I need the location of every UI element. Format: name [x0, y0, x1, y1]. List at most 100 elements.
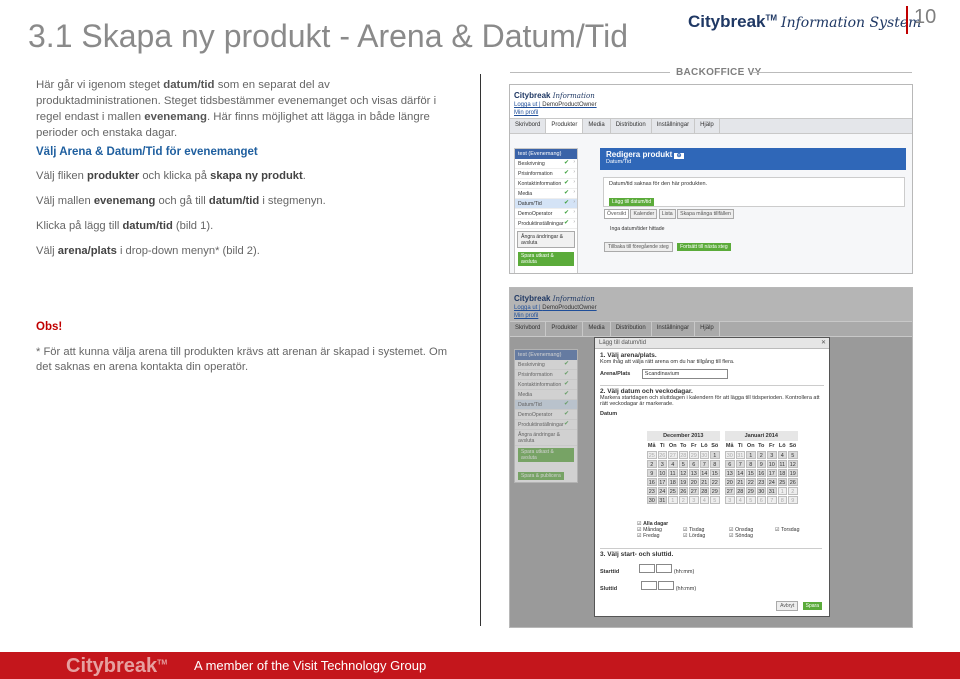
shot1-tab[interactable]: Lista [658, 209, 676, 219]
calendar-day[interactable]: 22 [710, 478, 720, 486]
save-button[interactable]: Spara [802, 602, 822, 610]
shot1-side-item[interactable]: Media ✔ › [515, 189, 577, 199]
calendar-day[interactable]: 6 [756, 496, 766, 504]
shot2-profile-link[interactable]: Min profil [514, 313, 538, 319]
calendar-day[interactable]: 29 [710, 487, 720, 495]
calendar-day[interactable]: 28 [678, 451, 688, 459]
calendar-day[interactable]: 17 [657, 478, 667, 486]
calendar-day[interactable]: 20 [725, 478, 735, 486]
calendar-day[interactable]: 3 [767, 451, 777, 459]
calendar-day[interactable]: 31 [657, 496, 667, 504]
calendar-day[interactable]: 7 [767, 496, 777, 504]
shot2-nav-item[interactable]: Hjälp [695, 322, 720, 336]
calendar-day[interactable]: 16 [756, 469, 766, 477]
calendar-day[interactable]: 1 [710, 451, 720, 459]
calendar-day[interactable]: 31 [767, 487, 777, 495]
calendar-day[interactable]: 21 [699, 478, 709, 486]
shot1-side-item[interactable]: Produktinställningar ✔ › [515, 219, 577, 229]
shot2-side-item[interactable]: Datum/Tid ✔ [515, 400, 577, 410]
calendar-day[interactable]: 13 [689, 469, 699, 477]
day-checkbox[interactable]: ☑ Lördag [683, 533, 729, 539]
calendar-day[interactable]: 29 [746, 487, 756, 495]
calendar-day[interactable]: 14 [735, 469, 745, 477]
calendar-day[interactable]: 8 [777, 496, 787, 504]
calendar-day[interactable]: 15 [710, 469, 720, 477]
calendar-day[interactable]: 28 [735, 487, 745, 495]
calendar-day[interactable]: 3 [657, 460, 667, 468]
shot1-save-draft-button[interactable]: Spara utkast & avsluta [518, 252, 574, 266]
calendar-day[interactable]: 27 [689, 487, 699, 495]
calendar-day[interactable]: 18 [668, 478, 678, 486]
calendar-day[interactable]: 9 [756, 460, 766, 468]
shot1-nav-item[interactable]: Distribution [611, 119, 652, 133]
calendar-day[interactable]: 2 [647, 460, 657, 468]
arena-select[interactable]: Scandinavium [641, 369, 728, 379]
shot1-side-item[interactable]: Kontaktinformation ✔ › [515, 179, 577, 189]
calendar-day[interactable]: 3 [725, 496, 735, 504]
calendar-grid[interactable]: Må Ti On To Fr Lö Sö 25 26 27 28 29 30 1 2 3 4 5 6 7 8 9 10 11 1… [647, 442, 720, 504]
shot1-side-item[interactable]: Beskrivning ✔ › [515, 159, 577, 169]
shot2-side-item[interactable]: Prisinformation ✔ [515, 370, 577, 380]
shot2-save-draft-button[interactable]: Spara utkast & avsluta [518, 448, 574, 462]
calendar-day[interactable]: 10 [657, 469, 667, 477]
calendar-day[interactable]: 19 [678, 478, 688, 486]
calendar-day[interactable]: 11 [777, 460, 787, 468]
start-hour-input[interactable] [638, 564, 655, 573]
shot2-nav-item[interactable]: Produkter [546, 322, 584, 336]
shot1-add-datetime-button[interactable]: Lägg till datum/tid [609, 198, 655, 206]
calendar-day[interactable]: 25 [647, 451, 657, 459]
calendar-day[interactable]: 26 [678, 487, 688, 495]
shot1-nav-item[interactable]: Inställningar [652, 119, 696, 133]
calendar-day[interactable]: 9 [647, 469, 657, 477]
start-minute-input[interactable] [656, 564, 673, 573]
calendar-day[interactable]: 4 [735, 496, 745, 504]
calendar-day[interactable]: 2 [788, 487, 798, 495]
shot1-nav-item[interactable]: Hjälp [695, 119, 720, 133]
calendar-day[interactable]: 17 [767, 469, 777, 477]
shot2-side-item[interactable]: Produktinställningar ✔ [515, 420, 577, 430]
calendar-day[interactable]: 2 [756, 451, 766, 459]
calendar-day[interactable]: 5 [746, 496, 756, 504]
calendar-day[interactable]: 16 [647, 478, 657, 486]
calendar-day[interactable]: 10 [767, 460, 777, 468]
calendar-day[interactable]: 22 [746, 478, 756, 486]
shot1-undo-button[interactable]: Ångra ändringar & avsluta [517, 231, 575, 248]
shot2-side-item[interactable]: Media ✔ [515, 390, 577, 400]
calendar-day[interactable]: 23 [647, 487, 657, 495]
shot2-side-item[interactable]: Kontaktinformation ✔ [515, 380, 577, 390]
shot2-nav-item[interactable]: Distribution [611, 322, 652, 336]
calendar-day[interactable]: 6 [725, 460, 735, 468]
shot2-side-item[interactable]: DemoOperator ✔ [515, 410, 577, 420]
shot1-tab[interactable]: Översikt [604, 209, 630, 219]
calendar-day[interactable]: 21 [735, 478, 745, 486]
calendar-day[interactable]: 12 [788, 460, 798, 468]
calendar-day[interactable]: 30 [647, 496, 657, 504]
calendar-day[interactable]: 25 [777, 478, 787, 486]
calendar-day[interactable]: 2 [678, 496, 688, 504]
calendar-day[interactable]: 25 [668, 487, 678, 495]
calendar-day[interactable]: 12 [678, 469, 688, 477]
calendar-day[interactable]: 26 [657, 451, 667, 459]
calendar-day[interactable]: 19 [788, 469, 798, 477]
calendar-day[interactable]: 27 [725, 487, 735, 495]
calendar-grid[interactable]: Må Ti On To Fr Lö Sö 30 31 1 2 3 4 5 6 7 8 9 10 11 12 13 14 15 1… [725, 442, 798, 504]
calendar-day[interactable]: 30 [699, 451, 709, 459]
calendar-day[interactable]: 6 [689, 460, 699, 468]
shot2-nav-item[interactable]: Media [583, 322, 611, 336]
shot2-side-item[interactable]: Beskrivning ✔ [515, 360, 577, 370]
calendar-day[interactable]: 1 [746, 451, 756, 459]
calendar-day[interactable]: 24 [657, 487, 667, 495]
shot1-next-button[interactable]: Fortsätt till nästa steg [677, 243, 731, 251]
calendar-day[interactable]: 26 [788, 478, 798, 486]
calendar-day[interactable]: 1 [777, 487, 787, 495]
calendar-day[interactable]: 9 [788, 496, 798, 504]
cancel-button[interactable]: Avbryt [776, 601, 799, 611]
calendar-day[interactable]: 23 [756, 478, 766, 486]
shot1-side-item[interactable]: Prisinformation ✔ › [515, 169, 577, 179]
day-checkbox[interactable]: ☑ Torsdag [775, 527, 815, 533]
shot1-nav-item[interactable]: Produkter [546, 119, 584, 133]
calendar-day[interactable]: 13 [725, 469, 735, 477]
calendar-day[interactable]: 4 [668, 460, 678, 468]
end-minute-input[interactable] [658, 581, 675, 590]
day-checkbox[interactable]: ☑ Fredag [637, 533, 683, 539]
